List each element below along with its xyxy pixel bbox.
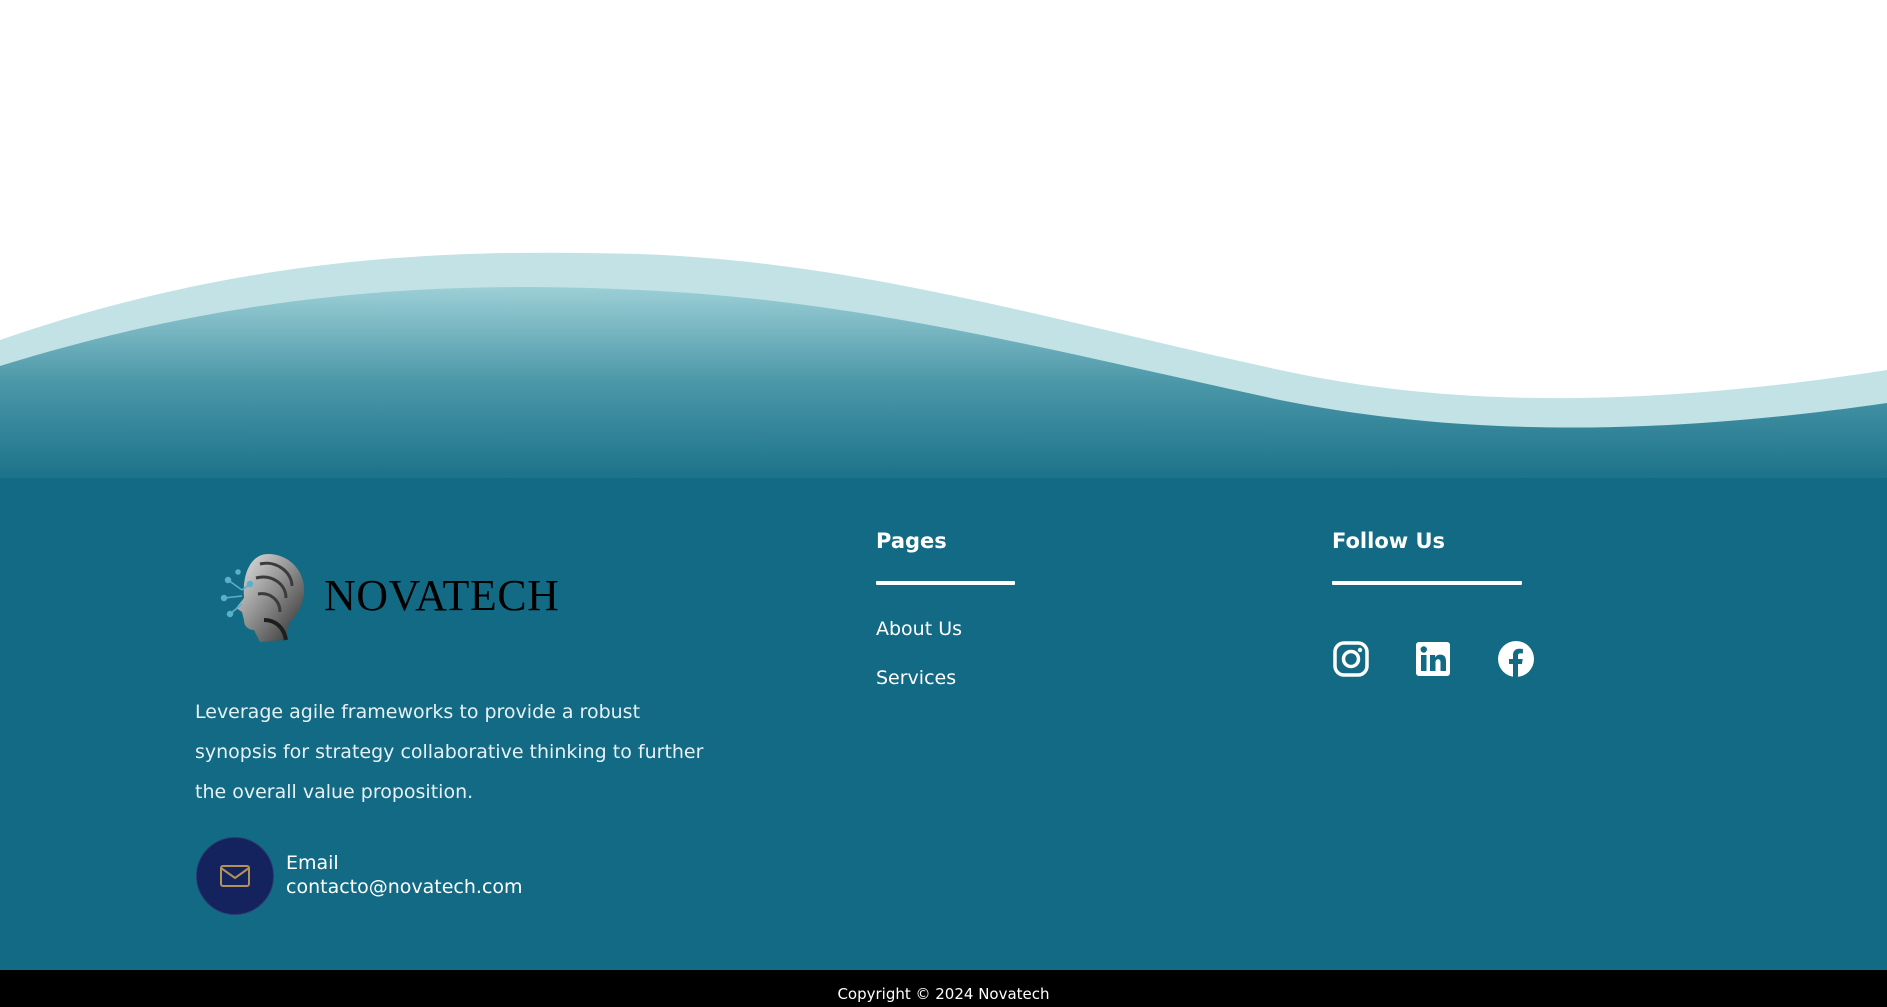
follow-heading-underline xyxy=(1332,581,1522,585)
facebook-icon xyxy=(1498,641,1534,677)
brand-logo[interactable]: NOVATECH xyxy=(220,550,559,645)
instagram-link[interactable] xyxy=(1332,640,1370,678)
facebook-link[interactable] xyxy=(1497,640,1535,678)
ai-head-logo-icon xyxy=(220,554,305,642)
follow-heading: Follow Us xyxy=(1332,529,1446,553)
footer-wave-decoration xyxy=(0,252,1887,500)
brand-name: NOVATECH xyxy=(324,571,560,620)
linkedin-icon xyxy=(1416,642,1450,676)
instagram-icon xyxy=(1333,641,1369,677)
envelope-icon xyxy=(220,865,250,887)
linkedin-link[interactable] xyxy=(1414,640,1452,678)
email-badge[interactable] xyxy=(196,837,274,915)
email-label: Email xyxy=(286,852,339,874)
footer-link-services[interactable]: Services xyxy=(876,667,956,689)
email-link[interactable]: contacto@novatech.com xyxy=(286,876,523,898)
footer-link-about-us[interactable]: About Us xyxy=(876,618,962,640)
pages-heading-underline xyxy=(876,581,1015,585)
pages-heading: Pages xyxy=(876,529,947,553)
copyright-text: Copyright © 2024 Novatech xyxy=(837,985,1050,1003)
footer-tagline: Leverage agile frameworks to provide a r… xyxy=(195,701,704,803)
